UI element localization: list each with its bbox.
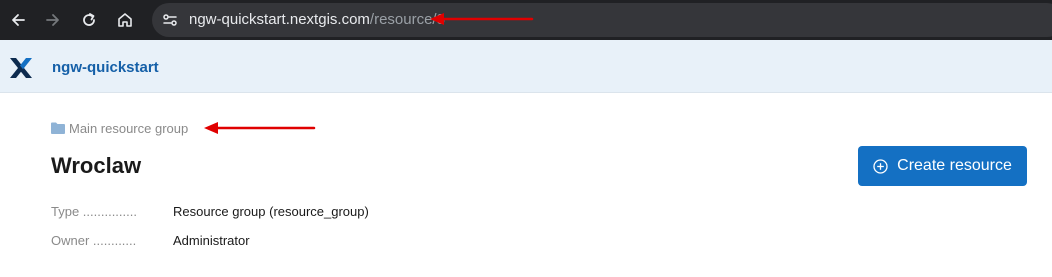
plus-circle-icon [873, 158, 888, 174]
arrow-left-icon [12, 14, 25, 26]
page-title: Wroclaw [51, 153, 142, 178]
metadata-key: Owner ............ [51, 233, 137, 248]
arrow-right-icon [46, 14, 59, 26]
annotation-arrow-url [430, 13, 534, 25]
metadata-row-type: Type ............... Resource group (res… [51, 204, 369, 219]
metadata-row-owner: Owner ............ Administrator [51, 233, 250, 248]
annotation-arrow-breadcrumb [204, 122, 316, 134]
site-info-icon[interactable] [160, 10, 180, 30]
home-button[interactable] [110, 5, 140, 35]
reload-icon [83, 13, 95, 26]
forward-button[interactable] [38, 5, 68, 35]
address-bar[interactable]: ngw-quickstart.nextgis.com/resource/3 [152, 3, 1052, 37]
url-text: ngw-quickstart.nextgis.com/resource/3 [189, 11, 445, 29]
owner-value[interactable]: Administrator [173, 233, 250, 248]
create-resource-button[interactable]: Create resource [858, 146, 1027, 186]
home-icon [118, 13, 132, 27]
back-button[interactable] [3, 5, 33, 35]
create-resource-label: Create resource [897, 157, 1012, 174]
owner-label: Owner [51, 233, 90, 248]
nextgis-logo-icon[interactable] [9, 57, 33, 79]
breadcrumb-label[interactable]: Main resource group [69, 121, 188, 136]
reload-button[interactable] [74, 5, 104, 35]
type-value: Resource group (resource_group) [173, 204, 369, 219]
metadata-key: Type ............... [51, 204, 137, 219]
url-host: ngw-quickstart.nextgis.com [189, 11, 370, 28]
app-header: ngw-quickstart [0, 40, 1052, 93]
type-label: Type [51, 204, 80, 219]
folder-icon [51, 122, 65, 134]
app-title[interactable]: ngw-quickstart [52, 59, 159, 76]
breadcrumb[interactable]: Main resource group [51, 120, 188, 136]
